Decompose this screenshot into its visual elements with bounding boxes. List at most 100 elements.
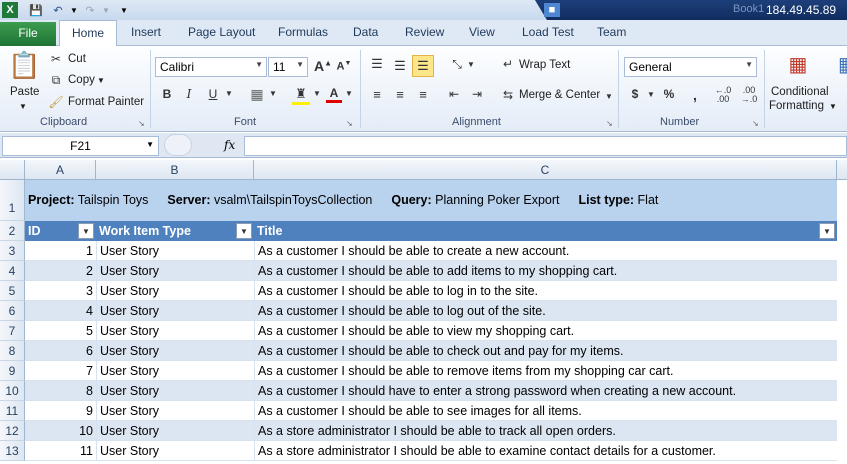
- select-all-corner[interactable]: [0, 160, 25, 180]
- cell-work-item-type[interactable]: User Story: [96, 341, 253, 361]
- undo-icon[interactable]: ↶: [50, 2, 66, 18]
- paste-icon[interactable]: 📋: [8, 50, 40, 86]
- align-middle-icon[interactable]: ☰: [391, 58, 409, 74]
- undo-dropdown-icon[interactable]: ▼: [66, 2, 82, 18]
- customize-qat-icon[interactable]: ▼: [116, 2, 132, 18]
- cell-id[interactable]: 2: [25, 261, 95, 281]
- table-row[interactable]: 9 User Story As a customer I should be a…: [25, 401, 837, 421]
- orientation-icon[interactable]: ⤡: [448, 57, 466, 72]
- table-row[interactable]: 5 User Story As a customer I should be a…: [25, 321, 837, 341]
- align-center-icon[interactable]: ≡: [391, 87, 409, 102]
- row-header[interactable]: 8: [0, 341, 25, 361]
- shrink-font-icon[interactable]: A▼: [336, 60, 352, 73]
- font-color-icon[interactable]: A: [326, 86, 342, 103]
- decrease-indent-icon[interactable]: ⇤: [445, 87, 463, 101]
- tab-file[interactable]: File: [0, 22, 56, 46]
- row-header[interactable]: 1: [0, 180, 25, 221]
- currency-dropdown-icon[interactable]: ▼: [646, 90, 656, 99]
- cell-work-item-type[interactable]: User Story: [96, 281, 253, 301]
- tab-data[interactable]: Data: [353, 25, 378, 39]
- conditional-formatting-label-line1[interactable]: Conditional: [771, 86, 829, 98]
- percent-icon[interactable]: %: [662, 87, 676, 101]
- cell-work-item-type[interactable]: User Story: [96, 361, 253, 381]
- cell-id[interactable]: 11: [25, 441, 95, 461]
- cell-id[interactable]: 4: [25, 301, 95, 321]
- name-box-dropdown-icon[interactable]: ▼: [146, 140, 154, 149]
- filter-dropdown-icon[interactable]: ▼: [236, 223, 252, 239]
- table-row[interactable]: 1 User Story As a customer I should be a…: [25, 241, 837, 261]
- cell-work-item-type[interactable]: User Story: [96, 441, 253, 461]
- column-header-b[interactable]: B: [96, 160, 254, 180]
- tab-team[interactable]: Team: [597, 25, 626, 39]
- cell-title[interactable]: As a store administrator I should be abl…: [254, 421, 837, 441]
- font-launcher-icon[interactable]: ↘: [346, 119, 353, 128]
- align-left-icon[interactable]: ≡: [368, 87, 386, 102]
- filter-dropdown-icon[interactable]: ▼: [819, 223, 835, 239]
- cell-work-item-type[interactable]: User Story: [96, 301, 253, 321]
- paste-dropdown-icon[interactable]: ▼: [19, 102, 27, 111]
- cell-title[interactable]: As a customer I should be able to see im…: [254, 401, 837, 421]
- decrease-decimal-icon[interactable]: .00 →.0: [738, 86, 760, 104]
- filter-dropdown-icon[interactable]: ▼: [78, 223, 94, 239]
- orientation-dropdown-icon[interactable]: ▼: [466, 60, 476, 69]
- table-row[interactable]: 6 User Story As a customer I should be a…: [25, 341, 837, 361]
- wrap-text-button[interactable]: Wrap Text: [519, 59, 570, 71]
- cell-id[interactable]: 6: [25, 341, 95, 361]
- table-row[interactable]: 8 User Story As a customer I should have…: [25, 381, 837, 401]
- cell-title[interactable]: As a customer I should be able to remove…: [254, 361, 837, 381]
- italic-icon[interactable]: I: [182, 87, 196, 101]
- cell-title[interactable]: As a customer I should be able to view m…: [254, 321, 837, 341]
- cell-title[interactable]: As a customer I should have to enter a s…: [254, 381, 837, 401]
- fill-color-icon[interactable]: ♜: [292, 86, 310, 105]
- cell-id[interactable]: 9: [25, 401, 95, 421]
- header-work-item-type[interactable]: Work Item Type: [96, 221, 254, 241]
- merge-center-dropdown-icon[interactable]: ▼: [604, 92, 614, 101]
- cell-title[interactable]: As a customer I should be able to check …: [254, 341, 837, 361]
- align-bottom-icon[interactable]: ☰: [412, 55, 434, 77]
- cell-work-item-type[interactable]: User Story: [96, 261, 253, 281]
- row-header[interactable]: 2: [0, 221, 25, 241]
- cell-id[interactable]: 5: [25, 321, 95, 341]
- tab-load-test[interactable]: Load Test: [522, 25, 574, 39]
- redo-dropdown-icon[interactable]: ▼: [98, 2, 114, 18]
- align-right-icon[interactable]: ≡: [414, 87, 432, 102]
- comma-style-icon[interactable]: ,: [688, 87, 702, 103]
- cell-id[interactable]: 1: [25, 241, 95, 261]
- table-row[interactable]: 10 User Story As a store administrator I…: [25, 421, 837, 441]
- tab-insert[interactable]: Insert: [131, 25, 161, 39]
- row-header[interactable]: 13: [0, 441, 25, 461]
- tab-home[interactable]: Home: [59, 20, 117, 47]
- row-header[interactable]: 6: [0, 301, 25, 321]
- row-header[interactable]: 9: [0, 361, 25, 381]
- save-icon[interactable]: 💾: [28, 2, 44, 18]
- increase-decimal-icon[interactable]: ←.0.00: [712, 86, 734, 104]
- currency-icon[interactable]: $: [628, 87, 642, 101]
- copy-button[interactable]: Copy: [68, 74, 95, 86]
- cell-id[interactable]: 10: [25, 421, 95, 441]
- cell-work-item-type[interactable]: User Story: [96, 421, 253, 441]
- insert-function-icon[interactable]: fx: [224, 138, 235, 152]
- column-header-a[interactable]: A: [25, 160, 96, 180]
- paste-button[interactable]: Paste: [10, 86, 39, 98]
- format-as-table-icon[interactable]: ▦: [838, 52, 847, 80]
- cell-title[interactable]: As a customer I should be able to add it…: [254, 261, 837, 281]
- row-header[interactable]: 5: [0, 281, 25, 301]
- row-header[interactable]: 11: [0, 401, 25, 421]
- cell-title[interactable]: As a customer I should be able to log ou…: [254, 301, 837, 321]
- row-header[interactable]: 10: [0, 381, 25, 401]
- font-size-select[interactable]: 11 ▼: [268, 57, 308, 77]
- copy-dropdown-icon[interactable]: ▼: [97, 76, 105, 85]
- cell-work-item-type[interactable]: User Story: [96, 241, 253, 261]
- header-title[interactable]: Title: [254, 221, 837, 241]
- tab-review[interactable]: Review: [405, 25, 444, 39]
- cell-work-item-type[interactable]: User Story: [96, 381, 253, 401]
- formula-bar-expander[interactable]: [164, 134, 192, 156]
- table-row[interactable]: 2 User Story As a customer I should be a…: [25, 261, 837, 281]
- align-top-icon[interactable]: ☰: [368, 56, 386, 72]
- number-launcher-icon[interactable]: ↘: [752, 119, 759, 128]
- borders-dropdown-icon[interactable]: ▼: [268, 89, 278, 98]
- font-name-select[interactable]: Calibri ▼: [155, 57, 267, 77]
- cell-title[interactable]: As a store administrator I should be abl…: [254, 441, 837, 461]
- query-info-cell[interactable]: Project: Tailspin Toys Server: vsalm\Tai…: [25, 180, 837, 221]
- row-header[interactable]: 12: [0, 421, 25, 441]
